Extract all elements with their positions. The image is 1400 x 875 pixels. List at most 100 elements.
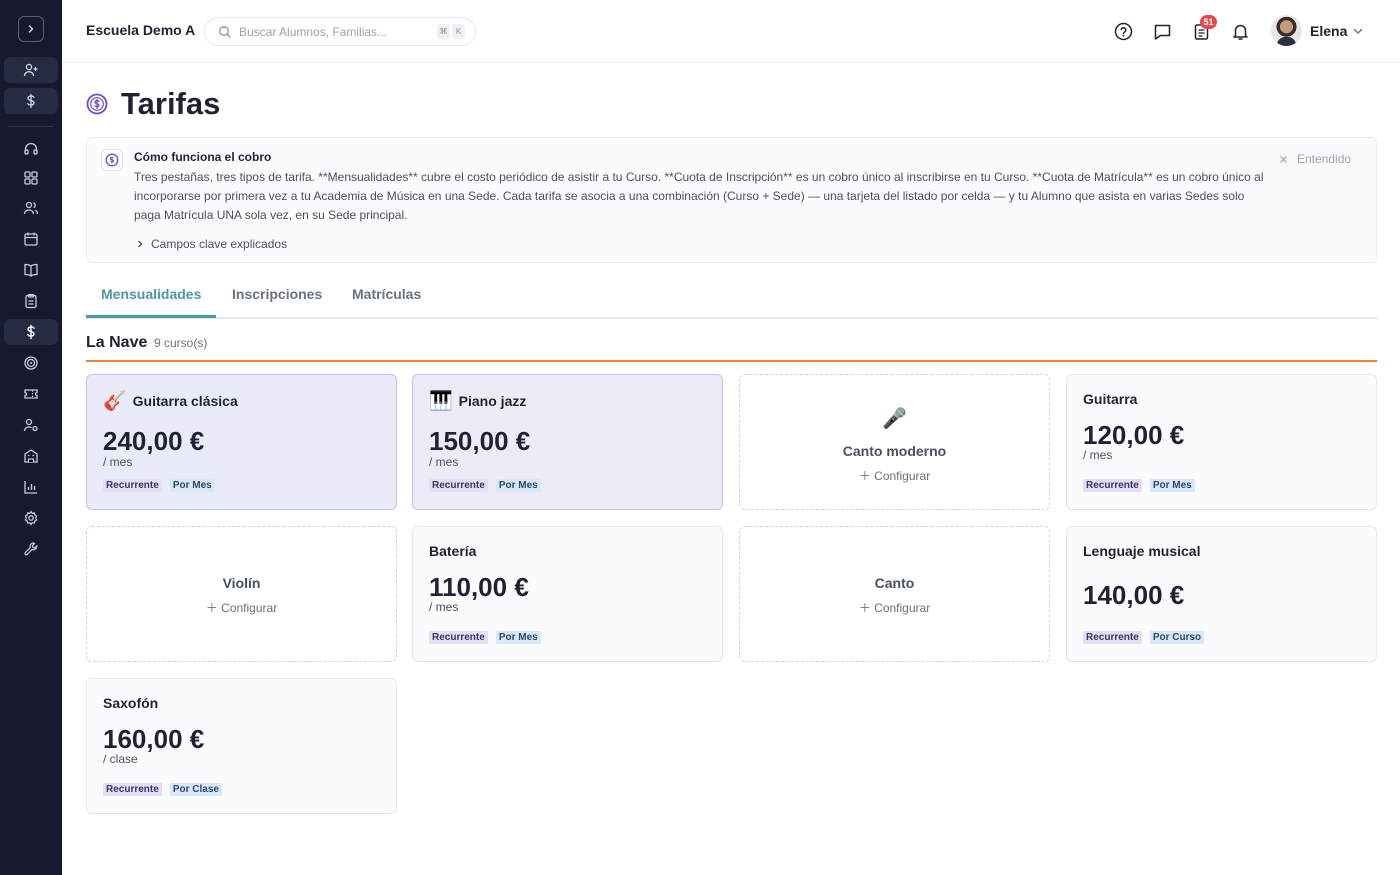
sidebar-item-reports[interactable] bbox=[4, 474, 58, 500]
tab-matriculas[interactable]: Matrículas bbox=[352, 286, 421, 302]
card-tags: Recurrente Por Clase bbox=[103, 783, 222, 796]
rate-card-saxofon[interactable]: Saxofón 160,00 € / clase Recurrente Por … bbox=[86, 678, 397, 814]
gear-icon bbox=[24, 510, 38, 526]
configure-button[interactable]: ＋ Configurar bbox=[87, 599, 396, 616]
sidebar-item-calendar[interactable] bbox=[4, 226, 58, 252]
configure-label: Configurar bbox=[874, 601, 931, 615]
tab-mensualidades[interactable]: Mensualidades bbox=[101, 286, 201, 302]
card-price: 240,00 € bbox=[103, 426, 205, 456]
sidebar-item-attendance[interactable] bbox=[4, 288, 58, 314]
card-price: 150,00 € bbox=[429, 426, 531, 456]
card-title: Guitarra bbox=[1083, 391, 1137, 407]
grid-icon bbox=[24, 171, 38, 185]
dollar-circle-icon bbox=[105, 153, 119, 167]
rate-card-piano-jazz[interactable]: 🎹 Piano jazz 150,00 € / mes Recurrente Po… bbox=[412, 374, 723, 510]
search-placeholder: Buscar Alumnos, Familias... bbox=[239, 25, 388, 39]
ticket-icon bbox=[24, 389, 38, 399]
card-price: 160,00 € bbox=[103, 724, 205, 754]
user-settings-icon bbox=[23, 418, 38, 432]
configure-label: Configurar bbox=[874, 469, 931, 483]
top-header: Escuela Demo A Buscar Alumnos, Familias.… bbox=[62, 0, 1400, 63]
rate-card-canto[interactable]: Canto ＋ Configurar bbox=[739, 526, 1050, 662]
user-name[interactable]: Elena bbox=[1310, 23, 1347, 39]
piano-icon: 🎹 bbox=[429, 390, 453, 412]
calendar-icon bbox=[24, 232, 38, 246]
clipboard-icon bbox=[25, 293, 37, 309]
venue-title: La Nave bbox=[86, 334, 148, 351]
sidebar-item-teachers[interactable] bbox=[4, 412, 58, 438]
tasks-count-badge: 51 bbox=[1200, 15, 1217, 29]
search-icon bbox=[219, 26, 231, 38]
card-tags: Recurrente Por Mes bbox=[429, 631, 541, 644]
sidebar-item-courses[interactable] bbox=[4, 257, 58, 283]
sidebar-item-venues[interactable] bbox=[4, 443, 58, 469]
card-title: 🎹 Piano jazz bbox=[429, 391, 526, 411]
wrench-icon bbox=[24, 542, 38, 556]
sidebar-toggle-button[interactable] bbox=[18, 16, 44, 42]
tag-recurring: Recurrente bbox=[1083, 631, 1142, 644]
configure-button[interactable]: ＋ Configurar bbox=[740, 599, 1049, 616]
rate-card-guitarra[interactable]: Guitarra 120,00 € / mes Recurrente Por M… bbox=[1066, 374, 1377, 510]
sidebar-item-quick-charge[interactable] bbox=[4, 88, 58, 114]
card-unit: / clase bbox=[103, 752, 138, 766]
chevron-right-icon bbox=[28, 25, 34, 33]
close-icon bbox=[1280, 155, 1287, 163]
school-name[interactable]: Escuela Demo A bbox=[86, 22, 195, 38]
sidebar-item-tools[interactable] bbox=[4, 536, 58, 562]
card-price: 110,00 € bbox=[429, 572, 529, 602]
active-tab-indicator bbox=[86, 315, 216, 318]
tag-recurring: Recurrente bbox=[103, 479, 162, 492]
rate-card-lenguaje-musical[interactable]: Lenguaje musical 140,00 € Recurrente Por… bbox=[1066, 526, 1377, 662]
sidebar-item-rates[interactable] bbox=[4, 319, 58, 345]
bar-chart-icon bbox=[24, 481, 37, 494]
headset-icon bbox=[24, 142, 38, 155]
rate-card-violin[interactable]: Violín ＋ Configurar bbox=[86, 526, 397, 662]
plus-icon: ＋ bbox=[205, 601, 222, 615]
card-price: 140,00 € bbox=[1083, 580, 1185, 610]
sidebar-item-dashboard[interactable] bbox=[4, 165, 58, 191]
card-unit: / mes bbox=[1083, 448, 1113, 462]
sidebar-item-students[interactable] bbox=[4, 195, 58, 221]
card-tags: Recurrente Por Mes bbox=[103, 479, 215, 492]
key-fields-toggle[interactable]: Campos clave explicados bbox=[136, 237, 287, 251]
sidebar-item-tickets[interactable] bbox=[4, 381, 58, 407]
venue-divider bbox=[86, 360, 1377, 362]
rate-tabs: Mensualidades Inscripciones Matrículas bbox=[86, 276, 1377, 319]
chevron-down-icon[interactable] bbox=[1352, 25, 1364, 37]
card-tags: Recurrente Por Curso bbox=[1083, 631, 1205, 644]
sidebar bbox=[0, 0, 62, 875]
card-name: Canto moderno bbox=[842, 443, 947, 459]
tab-inscripciones[interactable]: Inscripciones bbox=[232, 286, 322, 302]
sidebar-item-settings[interactable] bbox=[4, 505, 58, 531]
info-title: Cómo funciona el cobro bbox=[134, 150, 272, 164]
sidebar-item-add-student[interactable] bbox=[4, 57, 58, 83]
sidebar-item-goals[interactable] bbox=[4, 350, 58, 376]
configure-button[interactable]: ＋ Configurar bbox=[740, 467, 1049, 484]
building-icon bbox=[24, 449, 38, 463]
tag-period: Por Mes bbox=[169, 479, 215, 492]
key-fields-label: Campos clave explicados bbox=[151, 237, 288, 251]
card-title: 🎸 Guitarra clásica bbox=[103, 391, 238, 411]
chevron-right-icon bbox=[138, 240, 143, 248]
dollar-circle-icon bbox=[86, 93, 108, 115]
card-unit: / mes bbox=[429, 600, 459, 614]
card-tags: Recurrente Por Mes bbox=[429, 479, 541, 492]
card-name: Saxofón bbox=[103, 695, 159, 711]
rate-card-canto-moderno[interactable]: 🎤 Canto moderno ＋ Configurar bbox=[739, 374, 1050, 510]
rate-card-bateria[interactable]: Batería 110,00 € / mes Recurrente Por Me… bbox=[412, 526, 723, 662]
avatar[interactable] bbox=[1271, 15, 1302, 46]
card-unit: / mes bbox=[429, 455, 459, 469]
tag-period: Por Clase bbox=[169, 783, 222, 796]
help-button[interactable] bbox=[1113, 21, 1133, 41]
search-input[interactable]: Buscar Alumnos, Familias... ⌘ K bbox=[204, 17, 476, 46]
rate-card-guitarra-clasica[interactable]: 🎸 Guitarra clásica 240,00 € / mes Recurre… bbox=[86, 374, 397, 510]
info-icon-box bbox=[101, 149, 123, 171]
dismiss-button[interactable]: Entendido bbox=[1279, 152, 1351, 166]
sidebar-item-support[interactable] bbox=[4, 136, 58, 162]
messages-button[interactable] bbox=[1152, 21, 1172, 41]
info-body: Tres pestañas, tres tipos de tarifa. **M… bbox=[134, 170, 1264, 222]
plus-icon: ＋ bbox=[858, 469, 875, 483]
card-price: 120,00 € bbox=[1083, 420, 1185, 450]
card-name: Guitarra bbox=[1083, 391, 1138, 407]
notifications-button[interactable] bbox=[1230, 21, 1250, 41]
